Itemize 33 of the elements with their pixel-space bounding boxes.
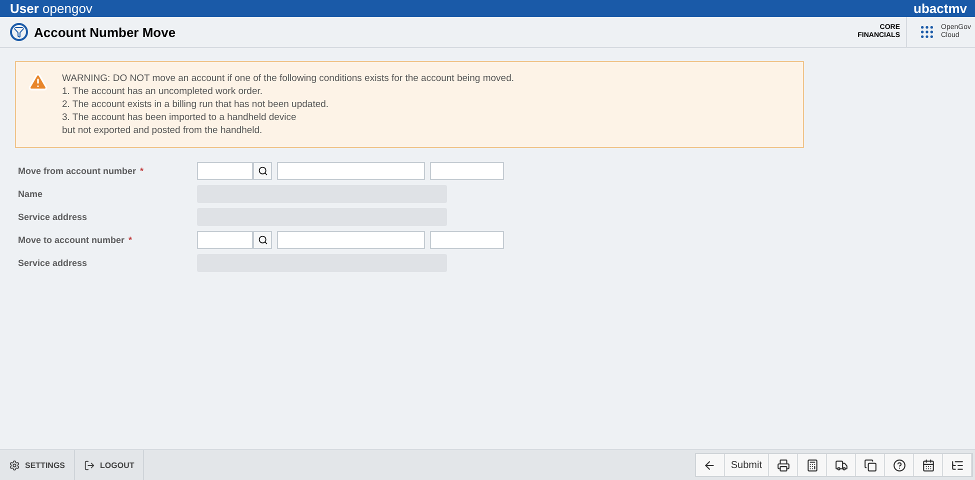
warning-text: 1. The account has an uncompleted work order. xyxy=(62,85,264,98)
required-marker: * xyxy=(140,166,144,176)
settings-button[interactable]: SETTINGS xyxy=(0,450,76,480)
page-title: Account Number Move xyxy=(34,24,177,40)
gear-icon xyxy=(9,460,20,470)
account-name-input[interactable] xyxy=(277,162,425,180)
account-extra-input[interactable] xyxy=(430,231,504,249)
warning-text: 2. The account exists in a billing run that has not been updated. xyxy=(62,98,330,111)
search-icon xyxy=(258,166,268,176)
field-label: Move to account number * xyxy=(18,235,134,245)
account-input[interactable] xyxy=(197,162,253,180)
field-label: Name xyxy=(18,189,44,199)
submit-button[interactable]: Submit xyxy=(724,454,769,476)
field-label: Service address xyxy=(18,212,88,222)
user-name: User opengov xyxy=(10,1,92,16)
grid-icon xyxy=(919,24,935,40)
warning-icon xyxy=(28,72,48,92)
warning-text: but not exported and posted from the handheld. xyxy=(62,124,264,137)
warning-text: 3. The account has been imported to a handheld device xyxy=(62,111,298,124)
user-code: ubactmv xyxy=(914,1,967,16)
account-input[interactable] xyxy=(197,231,253,249)
warning-text: WARNING: DO NOT move an account if one of the following conditions exists for the account being moved. xyxy=(62,72,514,85)
search-icon xyxy=(258,235,268,245)
field-label: Move from account number * xyxy=(18,166,145,176)
search-button[interactable] xyxy=(253,162,272,180)
filter-icon[interactable] xyxy=(10,23,28,41)
logout-icon xyxy=(84,460,96,470)
account-name-input[interactable] xyxy=(277,231,425,249)
account-extra-input[interactable] xyxy=(430,162,504,180)
logout-button[interactable]: LOGOUT xyxy=(75,450,144,480)
search-button[interactable] xyxy=(253,231,272,249)
field-label: Service address xyxy=(18,258,88,268)
required-marker: * xyxy=(128,235,132,245)
